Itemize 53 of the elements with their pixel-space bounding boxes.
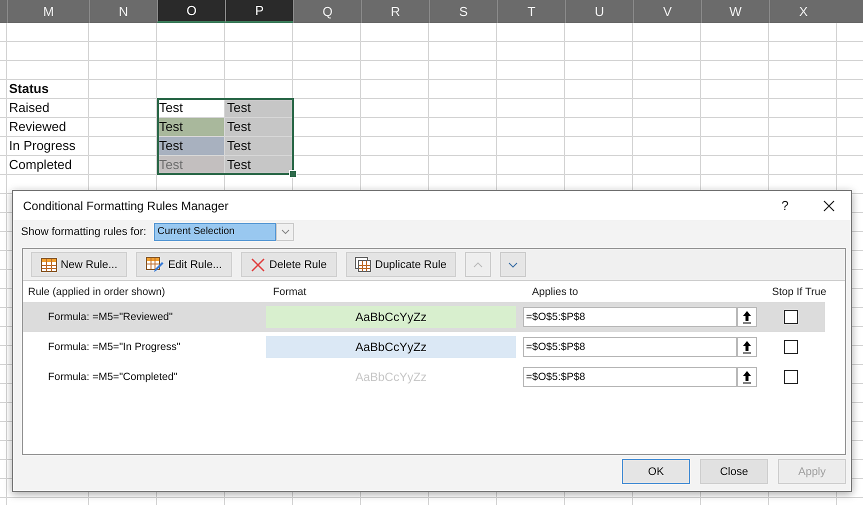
delete-rule-button[interactable]: Delete Rule bbox=[241, 252, 337, 277]
range-picker-button[interactable] bbox=[737, 307, 757, 327]
fill-handle[interactable] bbox=[289, 170, 297, 178]
rule-formula: Formula: =M5="In Progress" bbox=[47, 341, 182, 353]
range-picker-button[interactable] bbox=[737, 367, 757, 387]
table-cell: In Progress bbox=[7, 137, 89, 156]
chevron-down-icon bbox=[508, 262, 518, 268]
applies-to-field[interactable]: =$O$5:$P$8 bbox=[523, 367, 737, 387]
format-preview: AaBbCcYyZz bbox=[266, 336, 516, 358]
table-cell: Test bbox=[225, 118, 293, 137]
dialog-button[interactable]: OK bbox=[622, 459, 690, 484]
column-header: Applies to bbox=[532, 286, 580, 298]
range-picker-button[interactable] bbox=[737, 337, 757, 357]
column-header[interactable]: O bbox=[157, 0, 225, 23]
table-cell: Reviewed bbox=[7, 118, 89, 137]
table-cell: Status bbox=[7, 80, 89, 99]
show-rules-label: Show formatting rules for: bbox=[21, 226, 146, 238]
arrow-up-icon bbox=[742, 340, 752, 354]
rule-formula: Formula: =M5="Reviewed" bbox=[47, 311, 174, 323]
window-title: Conditional Formatting Rules Manager bbox=[23, 198, 230, 212]
column-header: Stop If True bbox=[772, 286, 826, 298]
chevron-up-icon bbox=[472, 262, 483, 268]
close-icon bbox=[823, 200, 835, 212]
column-header: Rule (applied in order shown) bbox=[27, 286, 166, 298]
applies-to-field[interactable]: =$O$5:$P$8 bbox=[523, 307, 737, 327]
dialog-button[interactable]: Close bbox=[700, 459, 768, 484]
chevron-down-icon bbox=[280, 229, 290, 235]
table-cell: Test bbox=[157, 118, 225, 137]
delete-icon bbox=[251, 258, 266, 272]
stop-if-true-checkbox[interactable] bbox=[784, 340, 798, 354]
duplicate-rule-button[interactable]: Duplicate Rule bbox=[346, 252, 456, 277]
table-cell: Completed bbox=[7, 156, 89, 175]
edit-rule-button[interactable]: Edit Rule... bbox=[136, 252, 232, 277]
table-copy-icon bbox=[355, 257, 371, 272]
applies-to-field[interactable]: =$O$5:$P$8 bbox=[523, 337, 737, 357]
arrow-up-icon bbox=[742, 370, 752, 384]
format-preview: AaBbCcYyZz bbox=[266, 306, 516, 328]
rule-formula: Formula: =M5="Completed" bbox=[47, 371, 178, 383]
column-header: Format bbox=[273, 286, 308, 298]
table-cell: Test bbox=[157, 137, 225, 156]
stop-if-true-checkbox[interactable] bbox=[784, 370, 798, 384]
arrow-up-icon bbox=[742, 310, 752, 324]
help-button[interactable]: ? bbox=[763, 192, 807, 220]
rule-row[interactable]: Formula: =M5="Reviewed" AaBbCcYyZz =$O$5:$P$8 bbox=[23, 302, 825, 332]
rule-row[interactable]: Formula: =M5="In Progress" AaBbCcYyZz =$O$5:$P$8 bbox=[23, 332, 825, 362]
table-cell: Test bbox=[225, 99, 293, 118]
table-icon bbox=[40, 258, 57, 272]
table-cell: Raised bbox=[7, 99, 89, 118]
table-cell: Test bbox=[225, 137, 293, 156]
stop-if-true-checkbox[interactable] bbox=[784, 310, 798, 324]
table-pencil-icon bbox=[146, 256, 164, 272]
column-header[interactable]: P bbox=[225, 0, 293, 23]
new-rule-button[interactable]: New Rule... bbox=[31, 252, 127, 277]
